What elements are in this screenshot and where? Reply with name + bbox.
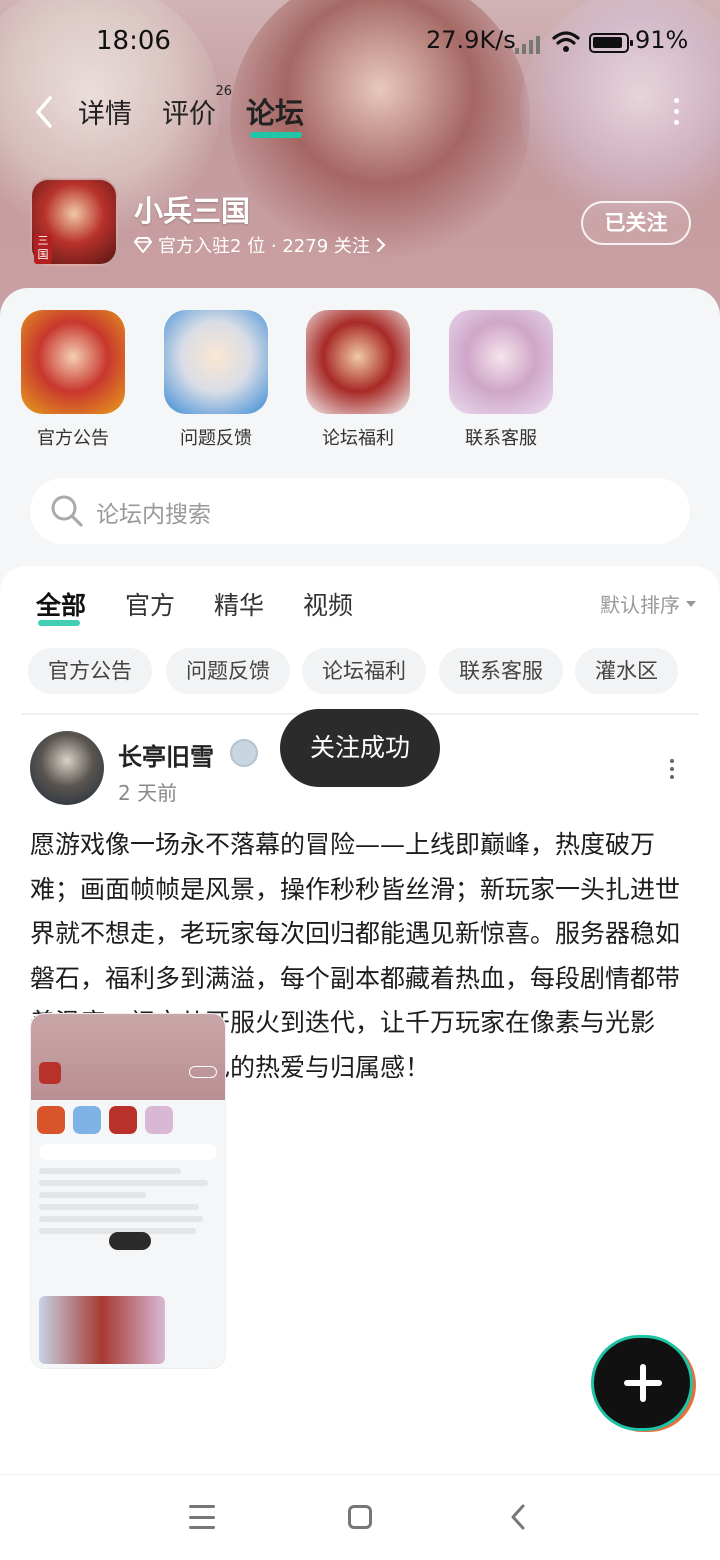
feed-tab-official[interactable]: 官方 (125, 586, 175, 622)
feed-tab-featured[interactable]: 精华 (214, 586, 264, 622)
recent-apps-icon[interactable] (189, 1505, 215, 1529)
signal-icon (515, 34, 545, 54)
create-post-button[interactable] (594, 1338, 690, 1428)
forum-shortcuts: 官方公告 问题反馈 论坛福利 联系客服 (0, 310, 720, 450)
post-more-icon[interactable] (668, 759, 676, 781)
game-stats: 官方入驻2 位 · 2279 关注 (158, 236, 370, 257)
chip-benefits[interactable]: 论坛福利 (302, 648, 426, 694)
review-count-badge: 26 (215, 84, 232, 99)
game-icon-badge: 三国 (34, 234, 52, 264)
net-speed: 27.9K/s (426, 26, 516, 54)
feed-tabs: 全部 官方 精华 视频 默认排序 (0, 586, 720, 636)
shortcut-announcements[interactable]: 官方公告 (18, 310, 128, 450)
author-name[interactable]: 长亭旧雪 (118, 737, 214, 772)
tab-details[interactable]: 详情 (78, 92, 132, 131)
back-icon[interactable] (508, 1503, 528, 1531)
wifi-icon (552, 31, 580, 52)
battery-level: 91% (635, 26, 689, 54)
shortcut-customer-service[interactable]: 联系客服 (446, 310, 556, 450)
system-nav-bar (0, 1474, 720, 1560)
chip-feedback[interactable]: 问题反馈 (166, 648, 290, 694)
battery-icon (589, 33, 633, 53)
back-arrow-icon[interactable] (30, 92, 60, 132)
post-time: 2 天前 (118, 781, 178, 805)
search-placeholder: 论坛内搜索 (96, 502, 211, 528)
tab-reviews[interactable]: 评价 26 (162, 84, 232, 131)
forum-search-input[interactable]: 论坛内搜索 (30, 478, 690, 544)
toast-message: 关注成功 (280, 709, 440, 787)
status-bar: 18:06 27.9K/s 91% (0, 24, 720, 64)
search-icon (51, 495, 83, 527)
chip-announcements[interactable]: 官方公告 (28, 648, 152, 694)
category-chips: 官方公告 问题反馈 论坛福利 联系客服 灌水区 (28, 648, 708, 694)
active-tab-indicator (38, 620, 80, 626)
shortcut-benefits[interactable]: 论坛福利 (303, 310, 413, 450)
tab-forum[interactable]: 论坛 (246, 90, 304, 138)
following-button[interactable]: 已关注 (581, 201, 691, 245)
feed-tab-all[interactable]: 全部 (36, 586, 86, 626)
active-tab-indicator (250, 132, 302, 138)
shortcut-image (306, 310, 410, 414)
status-time: 18:06 (96, 26, 171, 56)
user-level-icon (230, 739, 258, 767)
game-app-icon[interactable]: 三国 (30, 178, 118, 266)
sort-dropdown[interactable]: 默认排序 (600, 589, 696, 618)
more-options-icon[interactable] (666, 98, 686, 128)
shortcut-image (164, 310, 268, 414)
caret-down-icon (686, 600, 696, 607)
game-stats-link[interactable]: 官方入驻2 位 · 2279 关注 (134, 232, 386, 258)
feed-tab-video[interactable]: 视频 (303, 586, 353, 622)
shortcut-feedback[interactable]: 问题反馈 (161, 310, 271, 450)
chevron-right-icon (376, 237, 386, 253)
diamond-icon (134, 237, 152, 253)
game-title: 小兵三国 (134, 194, 251, 228)
plus-icon (624, 1364, 662, 1402)
home-icon[interactable] (348, 1505, 372, 1529)
shortcut-image (449, 310, 553, 414)
chip-customer-service[interactable]: 联系客服 (439, 648, 563, 694)
top-nav: 详情 评价 26 论坛 (0, 84, 720, 140)
chip-chat-area[interactable]: 灌水区 (575, 648, 678, 694)
author-avatar[interactable] (30, 731, 104, 805)
shortcut-image (21, 310, 125, 414)
post-image[interactable] (30, 1013, 226, 1369)
game-header: 三国 小兵三国 官方入驻2 位 · 2279 关注 已关注 (0, 178, 720, 268)
